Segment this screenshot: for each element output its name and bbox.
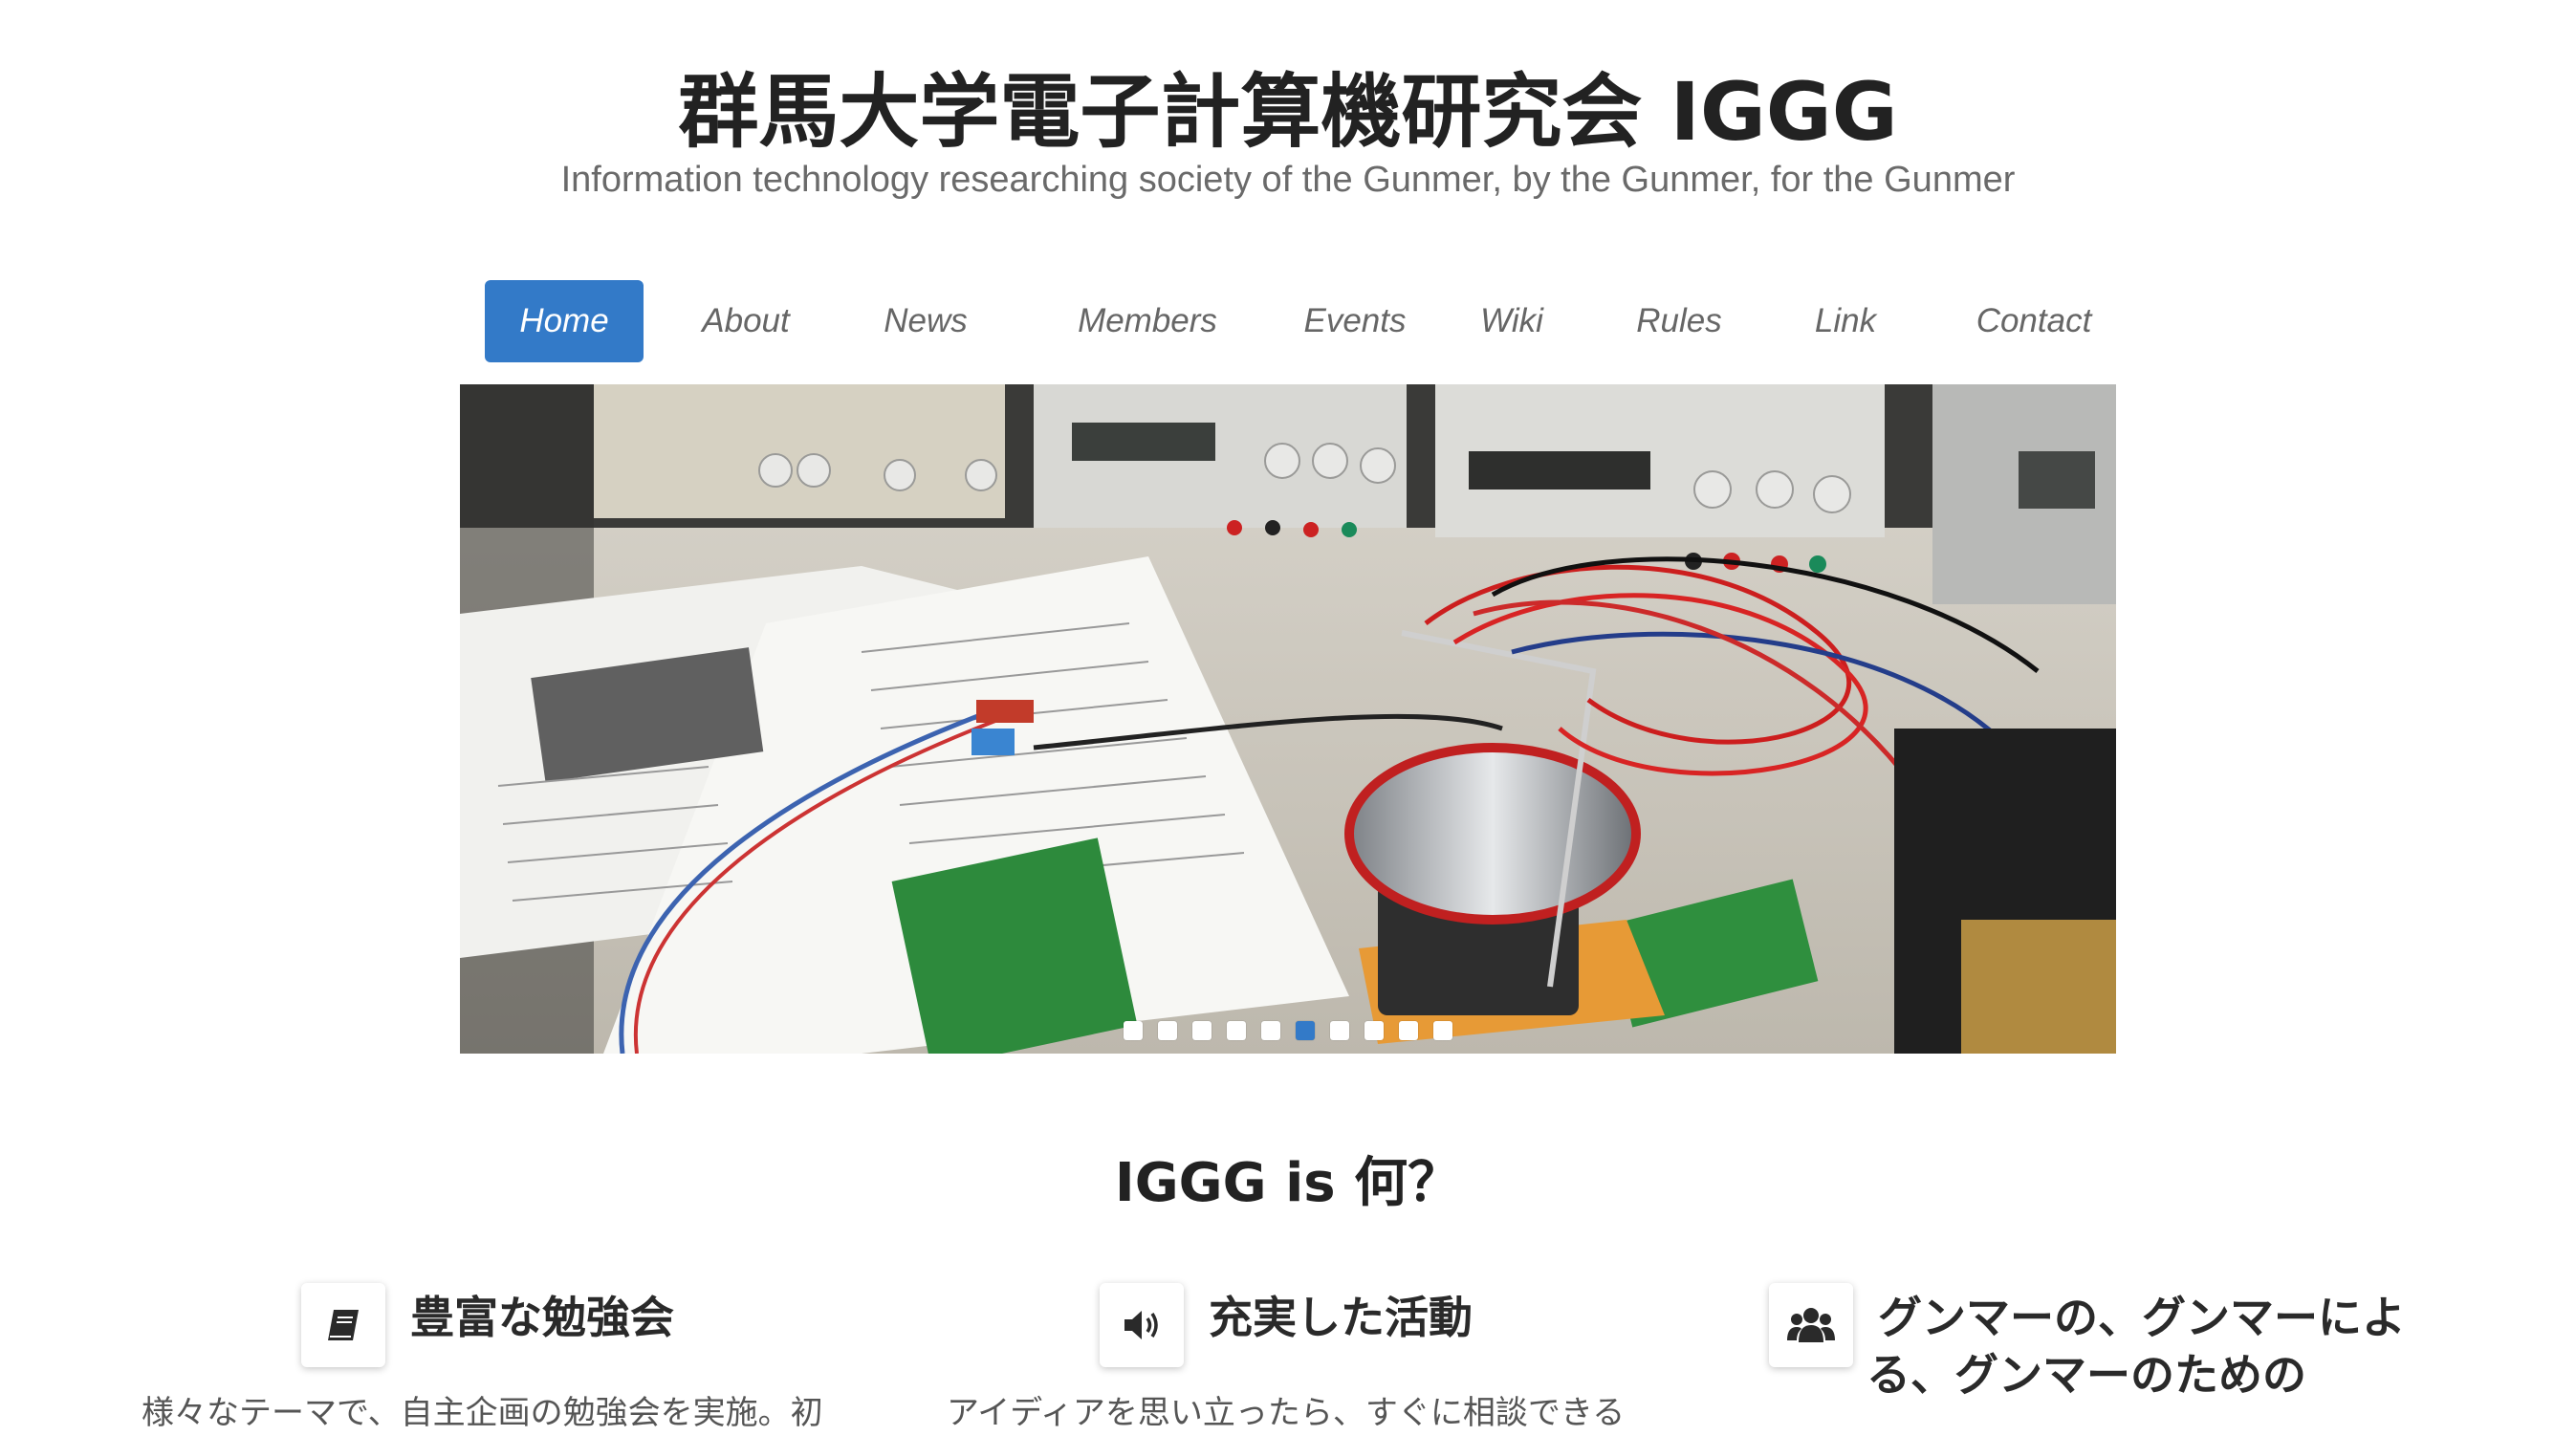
site-subtitle: Information technology researching socie… <box>560 160 2016 200</box>
carousel-indicators <box>460 1021 2116 1042</box>
carousel-dot[interactable] <box>1261 1021 1280 1040</box>
about-heading: IGGG is 何？ <box>1114 1152 1462 1214</box>
carousel-dot[interactable] <box>1433 1021 1452 1040</box>
carousel-dot[interactable] <box>1399 1021 1418 1040</box>
feature-text: 様々なテーマで、自主企画の勉強会を実施。初 <box>142 1394 823 1432</box>
feature-title: 充実した活動 <box>1209 1292 1473 1343</box>
hero-carousel[interactable] <box>460 384 2116 1054</box>
feature-title-line1: グンマーの、グンマーによ <box>1878 1292 2406 1343</box>
nav-news[interactable]: News <box>851 280 1000 362</box>
hero-slide-image <box>460 384 2116 1054</box>
nav-rules[interactable]: Rules <box>1612 280 1746 362</box>
nav-about[interactable]: About <box>669 280 822 362</box>
volume-icon <box>1100 1283 1184 1367</box>
nav-members[interactable]: Members <box>1042 280 1253 362</box>
feature-title: グンマーの、グンマーによ る、グンマーのための <box>1867 1289 2406 1403</box>
main-nav: Home About News Members Events Wiki Rule… <box>0 280 2576 362</box>
carousel-dot[interactable] <box>1124 1021 1143 1040</box>
carousel-dot[interactable] <box>1330 1021 1349 1040</box>
carousel-dot[interactable] <box>1227 1021 1246 1040</box>
site-title: 群馬大学電子計算機研究会 IGGG <box>678 65 1898 159</box>
book-icon <box>301 1283 385 1367</box>
nav-home[interactable]: Home <box>485 280 644 362</box>
nav-events[interactable]: Events <box>1268 280 1442 362</box>
feature-title: 豊富な勉強会 <box>410 1292 674 1343</box>
nav-wiki[interactable]: Wiki <box>1457 280 1566 362</box>
nav-link[interactable]: Link <box>1790 280 1901 362</box>
feature-text: アイディアを思い立ったら、すぐに相談できる <box>947 1394 1626 1432</box>
users-icon <box>1769 1283 1853 1367</box>
carousel-dot[interactable] <box>1158 1021 1177 1040</box>
carousel-dot-active[interactable] <box>1296 1021 1315 1040</box>
carousel-dot[interactable] <box>1192 1021 1212 1040</box>
page: 群馬大学電子計算機研究会 IGGG Information technology… <box>0 0 2576 1432</box>
carousel-dot[interactable] <box>1364 1021 1384 1040</box>
feature-title-line2: る、グンマーのための <box>1867 1349 2306 1401</box>
nav-contact[interactable]: Contact <box>1945 280 2123 362</box>
